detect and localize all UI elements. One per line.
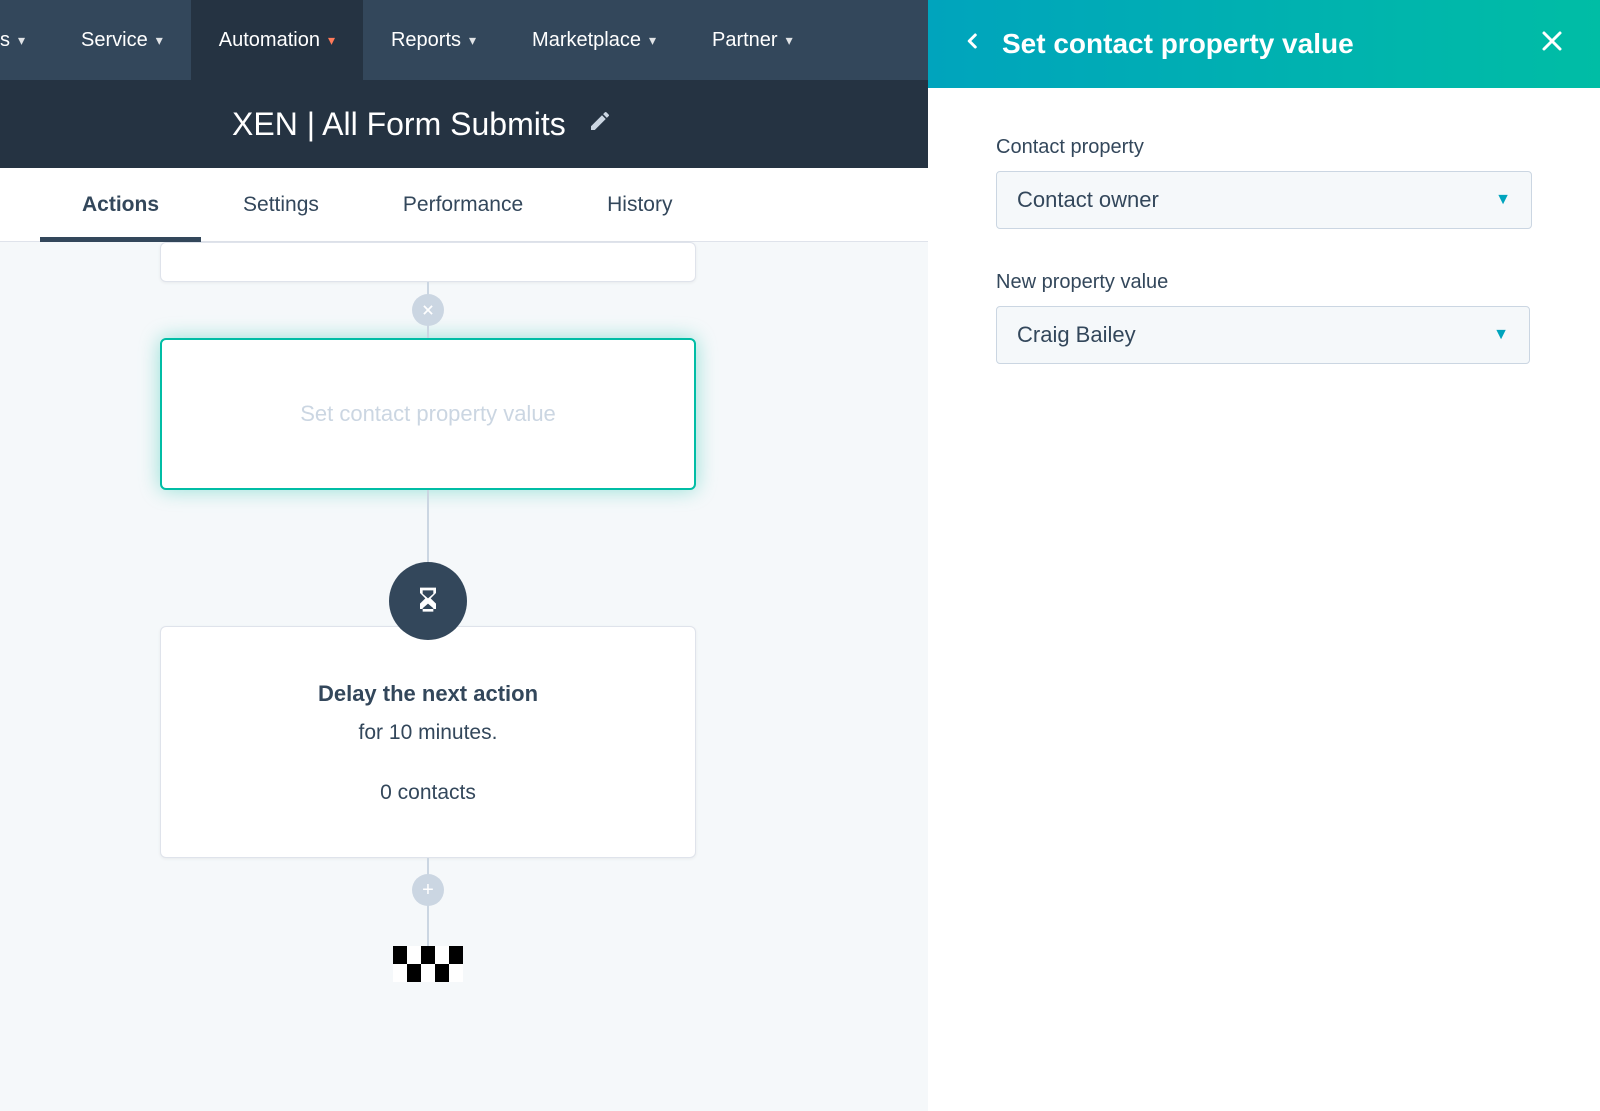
tab-actions[interactable]: Actions [40,168,201,241]
chevron-down-icon: ▾ [18,32,25,49]
flow-connector: + [427,858,429,922]
add-step-button[interactable]: + [412,874,444,906]
caret-down-icon: ▼ [1493,326,1509,344]
finish-flag-icon [393,946,463,982]
workflow-card-set-property[interactable]: Set contact property value [160,338,696,490]
nav-item-truncated[interactable]: s ▾ [0,0,53,80]
delay-contacts-count: 0 contacts [380,781,476,805]
panel-body: Contact property Contact owner ▼ New pro… [928,88,1600,406]
nav-label: Marketplace [532,29,641,52]
nav-item-service[interactable]: Service ▾ [53,0,191,80]
tab-settings[interactable]: Settings [201,168,361,241]
chevron-down-icon: ▾ [469,32,476,49]
nav-item-marketplace[interactable]: Marketplace ▾ [504,0,684,80]
remove-step-button[interactable] [412,294,444,326]
select-value: Craig Bailey [1017,322,1136,348]
nav-truncated-label: s [0,29,10,52]
workflow-flow: Set contact property value Delay the nex… [160,242,696,982]
card-label: Set contact property value [300,401,556,427]
hourglass-icon [389,562,467,640]
new-property-value-select[interactable]: Craig Bailey ▼ [996,306,1530,364]
close-icon[interactable] [1540,27,1564,61]
caret-down-icon: ▼ [1495,191,1511,209]
tab-label: Settings [243,193,319,217]
select-value: Contact owner [1017,187,1159,213]
flow-connector [427,282,429,338]
tab-label: Actions [82,193,159,217]
page-title: XEN | All Form Submits [232,106,566,143]
delay-title: Delay the next action [318,681,538,707]
tab-label: Performance [403,193,523,217]
nav-label: Partner [712,29,778,52]
panel-header: Set contact property value [928,0,1600,88]
contact-property-label: Contact property [996,136,1530,159]
nav-label: Service [81,29,148,52]
flow-connector [427,490,429,626]
nav-item-reports[interactable]: Reports ▾ [363,0,504,80]
chevron-down-icon: ▾ [786,32,793,49]
chevron-down-icon: ▾ [156,32,163,49]
workflow-card-delay[interactable]: Delay the next action for 10 minutes. 0 … [160,626,696,858]
chevron-down-icon: ▾ [328,32,335,49]
nav-label: Reports [391,29,461,52]
nav-label: Automation [219,29,320,52]
workflow-card-previous[interactable] [160,242,696,282]
chevron-down-icon: ▾ [649,32,656,49]
nav-item-automation[interactable]: Automation ▾ [191,0,363,80]
contact-property-select[interactable]: Contact owner ▼ [996,171,1532,229]
nav-item-partner[interactable]: Partner ▾ [684,0,821,80]
tab-performance[interactable]: Performance [361,168,565,241]
tab-history[interactable]: History [565,168,714,241]
new-property-value-label: New property value [996,271,1530,294]
back-icon[interactable] [964,27,982,62]
side-panel: Set contact property value Contact prope… [928,0,1600,1111]
delay-subtitle: for 10 minutes. [359,721,498,745]
pencil-icon[interactable] [588,109,612,139]
panel-title: Set contact property value [1002,28,1520,60]
flow-connector [427,922,429,946]
tab-label: History [607,193,672,217]
